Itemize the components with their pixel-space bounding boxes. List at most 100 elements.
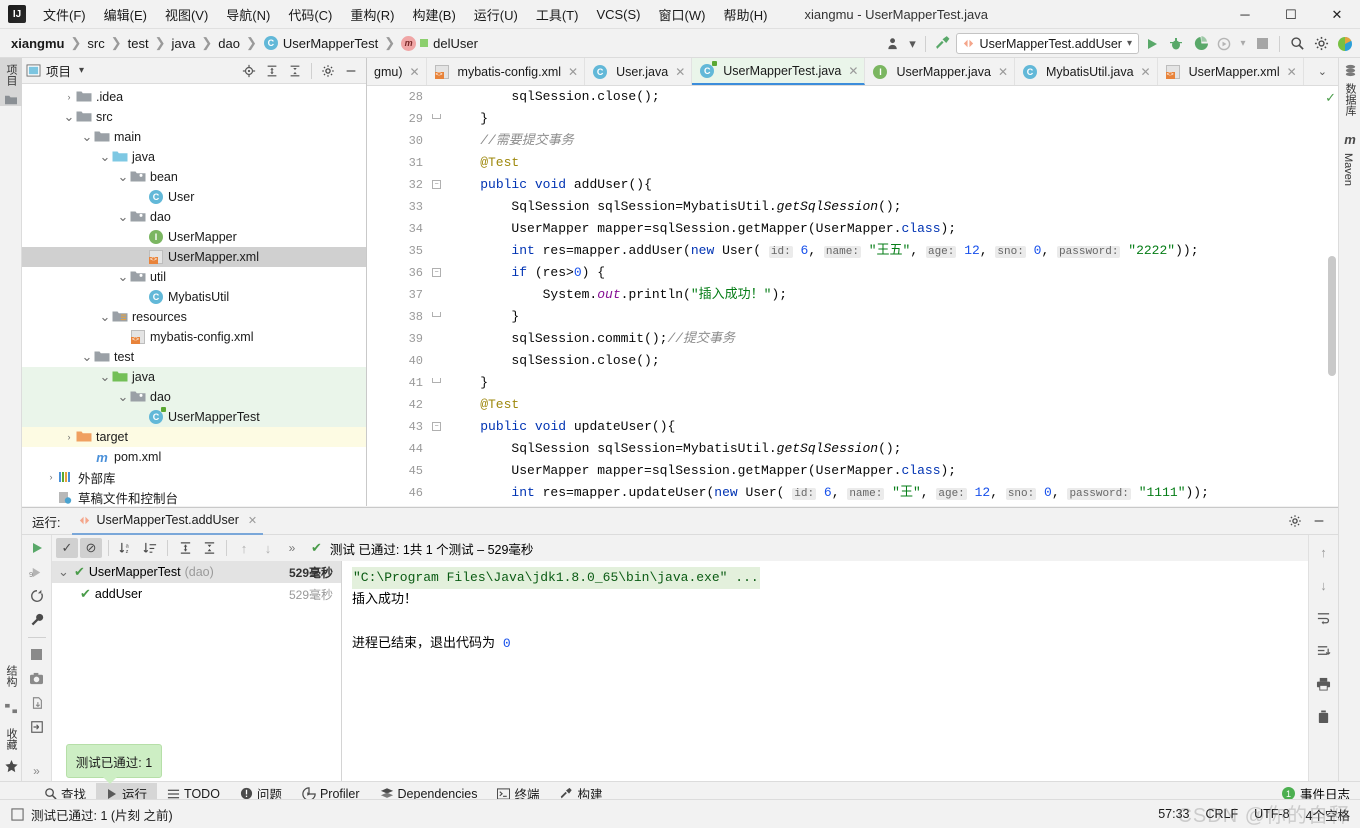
chevron-down-icon[interactable]: ⌄ [1310,65,1335,78]
menu-item-edit[interactable]: 编辑(E) [95,2,156,27]
close-icon[interactable]: ✕ [848,64,858,78]
chevron-down-icon[interactable]: ⌄ [58,565,70,578]
sidebar-item-database[interactable]: 数据库 [1339,77,1360,122]
editor-tab[interactable]: UserMapper.xml ✕ [1158,58,1304,85]
project-tree-item[interactable]: ⌄ main [22,127,366,147]
stop-icon[interactable] [26,645,48,665]
chevron-down-icon[interactable]: ⌄ [116,210,130,223]
project-tree-item[interactable]: ⌄ util [22,267,366,287]
close-icon[interactable]: ✕ [1141,65,1151,79]
sidebar-item-project[interactable]: 项目 [0,58,22,92]
run-configuration-selector[interactable]: UserMapperTest.addUser ▾ [955,33,1139,54]
stop-icon[interactable] [1251,33,1273,55]
editor-tab[interactable]: gmu) ✕ [367,58,427,85]
menu-item-view[interactable]: 视图(V) [156,2,217,27]
breadcrumb-item-test[interactable]: test [125,35,152,52]
hide-icon[interactable] [1308,510,1330,532]
chevron-down-icon[interactable]: ⌄ [80,350,94,363]
code-editor[interactable]: 28 29 30 31 32 33 34 35 36 37 38 39 40 41 42 43 44 45 46 −… [367,86,1338,506]
editor-tab[interactable]: C UserMapperTest.java ✕ [692,58,866,85]
project-tree-item[interactable]: UserMapper.xml [22,247,366,267]
profile-run-icon[interactable] [1213,33,1235,55]
fold-end-icon[interactable] [432,378,441,383]
sidebar-item-favorites[interactable]: 收藏 [0,722,22,760]
screenshot-icon[interactable] [26,669,48,689]
test-tree-row[interactable]: ⌄ ✔ UserMapperTest (dao) 529毫秒 [52,561,341,583]
account-icon[interactable] [1334,33,1356,55]
editor-tab[interactable]: C User.java ✕ [585,58,693,85]
print-icon[interactable] [1313,673,1335,695]
chevron-down-icon[interactable]: ▾ [79,65,84,76]
menu-item-navigate[interactable]: 导航(N) [217,2,279,27]
chevron-down-icon[interactable]: ⌄ [116,270,130,283]
next-test-icon[interactable]: ↓ [257,538,279,558]
chevron-right-icon[interactable]: › [44,472,58,482]
hammer-icon[interactable] [932,33,954,55]
menu-item-build[interactable]: 构建(B) [403,2,464,27]
project-tree-item[interactable]: mybatis-config.xml [22,327,366,347]
menu-item-code[interactable]: 代码(C) [279,2,341,27]
show-ignored-toggle[interactable]: ⊘ [80,538,102,558]
breadcrumb-item-src[interactable]: src [84,35,107,52]
fold-expand-icon[interactable]: − [432,180,441,189]
fold-gutter[interactable]: − − − [429,86,445,506]
chevron-down-icon[interactable]: ⌄ [116,390,130,403]
menu-item-run[interactable]: 运行(U) [465,2,527,27]
editor-tab[interactable]: C MybatisUtil.java ✕ [1015,58,1158,85]
close-icon[interactable]: ✕ [248,514,257,527]
debug-icon[interactable] [1165,33,1187,55]
fold-expand-icon[interactable]: − [432,268,441,277]
chevron-down-icon[interactable]: ⌄ [80,130,94,143]
user-icon[interactable] [883,33,905,55]
gear-icon[interactable] [317,60,339,82]
collapse-all-icon[interactable] [198,538,220,558]
breadcrumb-item-java[interactable]: java [169,35,199,52]
fold-expand-icon[interactable]: − [432,422,441,431]
close-button[interactable]: ✕ [1314,0,1360,29]
project-tree-item[interactable]: ⌄ test [22,347,366,367]
console-output[interactable]: "C:\Program Files\Java\jdk1.8.0_65\bin\j… [342,561,1308,781]
trash-icon[interactable] [1313,706,1335,728]
show-passed-toggle[interactable]: ✓ [56,538,78,558]
maximize-button[interactable]: ☐ [1268,0,1314,29]
minimize-button[interactable]: ─ [1222,0,1268,29]
run-tab-usermappertest-adduser[interactable]: UserMapperTest.addUser ✕ [72,508,264,535]
more-icon[interactable]: » [26,761,48,781]
prev-test-icon[interactable]: ↑ [233,538,255,558]
scroll-to-end-icon[interactable] [1313,640,1335,662]
project-tree-item[interactable]: › .idea [22,87,366,107]
editor-tab[interactable]: I UserMapper.java ✕ [865,58,1016,85]
file-encoding[interactable]: UTF-8 [1254,807,1289,821]
inspection-status-icon[interactable]: ✓ [1325,90,1336,106]
menu-item-window[interactable]: 窗口(W) [650,2,715,27]
gear-icon[interactable] [1284,510,1306,532]
chevron-down-icon[interactable]: ⌄ [62,110,76,123]
expand-all-icon[interactable] [261,60,283,82]
menu-item-refactor[interactable]: 重构(R) [341,2,403,27]
project-tree-item[interactable]: C User [22,187,366,207]
import-icon[interactable] [26,717,48,737]
editor-tab[interactable]: mybatis-config.xml ✕ [427,58,586,85]
close-icon[interactable]: ✕ [568,65,578,79]
project-tree-item[interactable]: m pom.xml [22,447,366,467]
run-icon[interactable] [26,538,48,558]
chevron-down-icon[interactable]: ⌄ [98,310,112,323]
menu-item-help[interactable]: 帮助(H) [714,2,776,27]
scroll-down-icon[interactable]: ↓ [1313,574,1335,596]
line-number-gutter[interactable]: 28 29 30 31 32 33 34 35 36 37 38 39 40 41 42 43 44 45 46 [367,86,443,506]
project-tree-item[interactable]: › target [22,427,366,447]
close-icon[interactable]: ✕ [1287,65,1297,79]
close-icon[interactable]: ✕ [998,65,1008,79]
fold-end-icon[interactable] [432,114,441,119]
scroll-up-icon[interactable]: ↑ [1313,541,1335,563]
project-tree-item[interactable]: C UserMapperTest [22,407,366,427]
expand-all-icon[interactable] [174,538,196,558]
caret-position[interactable]: 57:33 [1158,807,1189,821]
indent-setting[interactable]: 4个空格 [1306,805,1350,824]
search-icon[interactable] [1286,33,1308,55]
breadcrumb-item-project[interactable]: xiangmu [8,35,67,52]
project-tree-item[interactable]: ⌄ java [22,367,366,387]
collapse-all-icon[interactable] [284,60,306,82]
settings-wrench-icon[interactable] [26,610,48,630]
menu-item-vcs[interactable]: VCS(S) [587,4,649,25]
